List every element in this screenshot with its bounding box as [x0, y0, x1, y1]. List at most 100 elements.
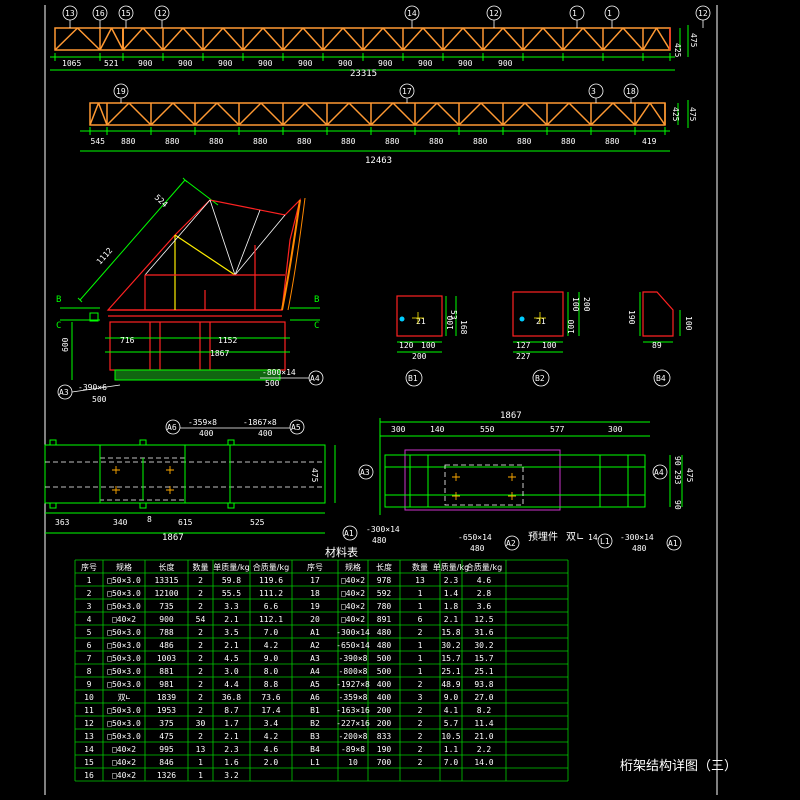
pr-tag-a2: A2 [506, 539, 516, 548]
side-note-390x6: -390×6 [78, 383, 107, 392]
pr-note-14: 14 [588, 533, 598, 542]
table-cell: 119.6 [259, 576, 283, 585]
pr-d577: 577 [550, 425, 565, 434]
table-cell: 4.2 [264, 641, 279, 650]
table-cell: □40×2 [112, 771, 136, 780]
table-cell: 9.0 [264, 654, 279, 663]
table-cell: 8.7 [224, 706, 239, 715]
truss2-total: 12463 [365, 156, 392, 166]
table-cell: A3 [310, 654, 320, 663]
table-cell: 93.8 [474, 680, 493, 689]
table-cell: 2 [418, 706, 423, 715]
pr-note-480c: 480 [632, 544, 647, 553]
table-cell: 891 [377, 615, 392, 624]
b1-d120: 120 [399, 341, 414, 350]
pr-tag-a1a: A1 [344, 529, 354, 538]
plan-tag-a6: A6 [167, 423, 177, 432]
table-cell: 2 [198, 654, 203, 663]
table-cell: 592 [377, 589, 392, 598]
table-cell: □50×3.0 [107, 654, 141, 663]
table-cell: A6 [310, 693, 320, 702]
table-cell: A5 [310, 680, 320, 689]
table-cell: □50×3.0 [107, 628, 141, 637]
table-cell: □40×2 [341, 589, 365, 598]
table-cell: □40×2 [112, 758, 136, 767]
plan-left-total: 1867 [162, 533, 184, 543]
truss1-dim: 900 [258, 59, 273, 68]
table-cell: -800×8 [339, 667, 368, 676]
b2-d100: 100 [571, 297, 580, 312]
truss1-marker-label: 1 [572, 9, 577, 18]
table-cell: B3 [310, 732, 320, 741]
truss1-marker-label: 12 [157, 9, 167, 18]
b1-d168: 168 [459, 320, 468, 335]
truss2-dim: 880 [385, 137, 400, 146]
truss2-dim: 880 [297, 137, 312, 146]
table-cell: 2 [87, 589, 92, 598]
pr-tag-a3: A3 [360, 468, 370, 477]
pr-note-300x14a: -300×14 [366, 525, 400, 534]
table-cell: 36.8 [222, 693, 241, 702]
table-cell: 2 [418, 732, 423, 741]
table-title: 材料表 [325, 545, 358, 559]
b1-d200: 200 [412, 352, 427, 361]
detail-b1: 21 53 168 100 120 100 200 B1 [396, 295, 468, 387]
b1-d100b: 100 [421, 341, 436, 350]
table-cell: 21.0 [474, 732, 493, 741]
table-cell: 2 [198, 628, 203, 637]
table-cell: 11 [84, 706, 94, 715]
table-cell: 73.6 [261, 693, 280, 702]
table-cell: 1 [418, 641, 423, 650]
side-note-800x14: -800×14 [262, 368, 296, 377]
table-header: 数量 [193, 562, 209, 572]
table-cell: 1.8 [444, 602, 459, 611]
plan-left: 363 340 8 615 525 1867 475 A6 -359×8 400… [44, 418, 336, 543]
truss2-marker-label: 19 [116, 87, 126, 96]
table-cell: 846 [159, 758, 174, 767]
truss2-dim: 880 [429, 137, 444, 146]
table-cell: 500 [377, 667, 392, 676]
pr-tag-l1: L1 [600, 537, 610, 546]
table-cell: 14.0 [474, 758, 493, 767]
table-cell: 995 [159, 745, 174, 754]
table-cell: 2 [198, 732, 203, 741]
table-cell: 25.1 [441, 667, 460, 676]
table-cell: 978 [377, 576, 392, 585]
table-cell: □40×2 [341, 602, 365, 611]
table-cell: 30.2 [474, 641, 493, 650]
table-cell: 3 [418, 693, 423, 702]
truss2-dim: 880 [165, 137, 180, 146]
table-header: 长度 [376, 562, 392, 572]
tag-a3: A3 [59, 388, 69, 397]
table-cell: 2.3 [224, 745, 239, 754]
truss1-marker-label: 15 [121, 9, 131, 18]
table-cell: 14 [84, 745, 94, 754]
truss1-dim: 900 [138, 59, 153, 68]
b2-label: B2 [535, 374, 545, 383]
table-cell: B2 [310, 719, 320, 728]
table-cell: 9 [87, 680, 92, 689]
table-cell: 13315 [154, 576, 178, 585]
table-cell: □50×3.0 [107, 732, 141, 741]
table-cell: 1003 [157, 654, 176, 663]
table-cell: 2 [418, 628, 423, 637]
b2-d227: 227 [516, 352, 531, 361]
truss2-dim: 880 [473, 137, 488, 146]
table-cell: 7 [87, 654, 92, 663]
table-cell: 375 [159, 719, 174, 728]
side-view: 1112 524 716 1152 1867 600 B B C C A3 -3… [56, 177, 324, 404]
table-header: 规格 [116, 562, 132, 572]
table-cell: 2.0 [264, 758, 279, 767]
table-cell: 2 [198, 589, 203, 598]
truss-1: 1065 521 900 900 900 900 900 900 900 900 900 900 23… [50, 5, 711, 79]
table-cell: 15.7 [441, 654, 460, 663]
table-cell: 3.0 [224, 667, 239, 676]
table-cell: L1 [310, 758, 320, 767]
table-cell: 13 [415, 576, 425, 585]
table-cell: 1.7 [224, 719, 239, 728]
table-cell: 17 [310, 576, 320, 585]
b2-d200: 200 [582, 297, 591, 312]
plan-left-d615: 615 [178, 518, 193, 527]
table-cell: 1 [418, 602, 423, 611]
b4-d100: 100 [684, 316, 693, 331]
